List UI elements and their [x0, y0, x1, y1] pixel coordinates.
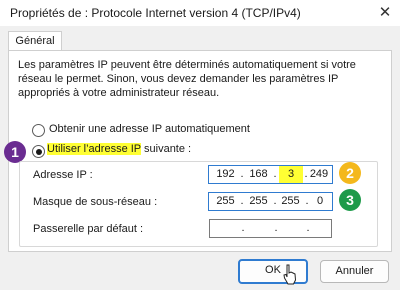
ip-address-label: Adresse IP :: [33, 169, 93, 181]
mask-octet-3: 255: [281, 195, 300, 207]
step-badge-3: 3: [339, 189, 361, 211]
octet-separator: .: [306, 222, 310, 234]
radio-selected-dot: [35, 148, 42, 155]
ip-octet-3: 3: [279, 166, 303, 183]
mask-octet-4: 0: [316, 195, 324, 207]
mask-octet-1: 255: [216, 195, 235, 207]
ip-address-input[interactable]: 192 . 168 . 3 . 249: [208, 165, 333, 184]
ok-button[interactable]: OK: [238, 259, 308, 284]
ip-octet-1: 192: [216, 168, 235, 180]
close-icon[interactable]: ✕: [374, 3, 396, 23]
tab-general[interactable]: Général: [8, 31, 62, 51]
octet-separator: .: [273, 168, 277, 180]
radio-manual-ip[interactable]: [32, 145, 45, 158]
octet-separator: .: [241, 222, 245, 234]
cancel-button[interactable]: Annuler: [320, 260, 389, 283]
step-badge-2: 2: [339, 162, 361, 184]
mouse-cursor-icon: [283, 264, 297, 285]
step-badge-1: 1: [4, 141, 26, 163]
radio-manual-ip-label[interactable]: Utiliser l’adresse IP suivante :: [47, 143, 191, 155]
radio-auto-ip[interactable]: [32, 124, 45, 137]
label-highlight: Utiliser l’adresse IP: [47, 143, 141, 155]
intro-text: Les paramètres IP peuvent être déterminé…: [18, 59, 356, 99]
gateway-label: Passerelle par défaut :: [33, 223, 144, 235]
gateway-input[interactable]: . . .: [209, 219, 332, 238]
ip-octet-2: 168: [249, 168, 268, 180]
radio-auto-ip-label[interactable]: Obtenir une adresse IP automatiquement: [49, 123, 250, 135]
subnet-mask-input[interactable]: 255 . 255 . 255 . 0: [208, 192, 333, 211]
octet-separator: .: [274, 222, 278, 234]
subnet-mask-label: Masque de sous-réseau :: [33, 196, 158, 208]
window-title: Propriétés de : Protocole Internet versi…: [10, 6, 301, 20]
ip-octet-4: 249: [309, 168, 329, 180]
mask-octet-2: 255: [249, 195, 268, 207]
